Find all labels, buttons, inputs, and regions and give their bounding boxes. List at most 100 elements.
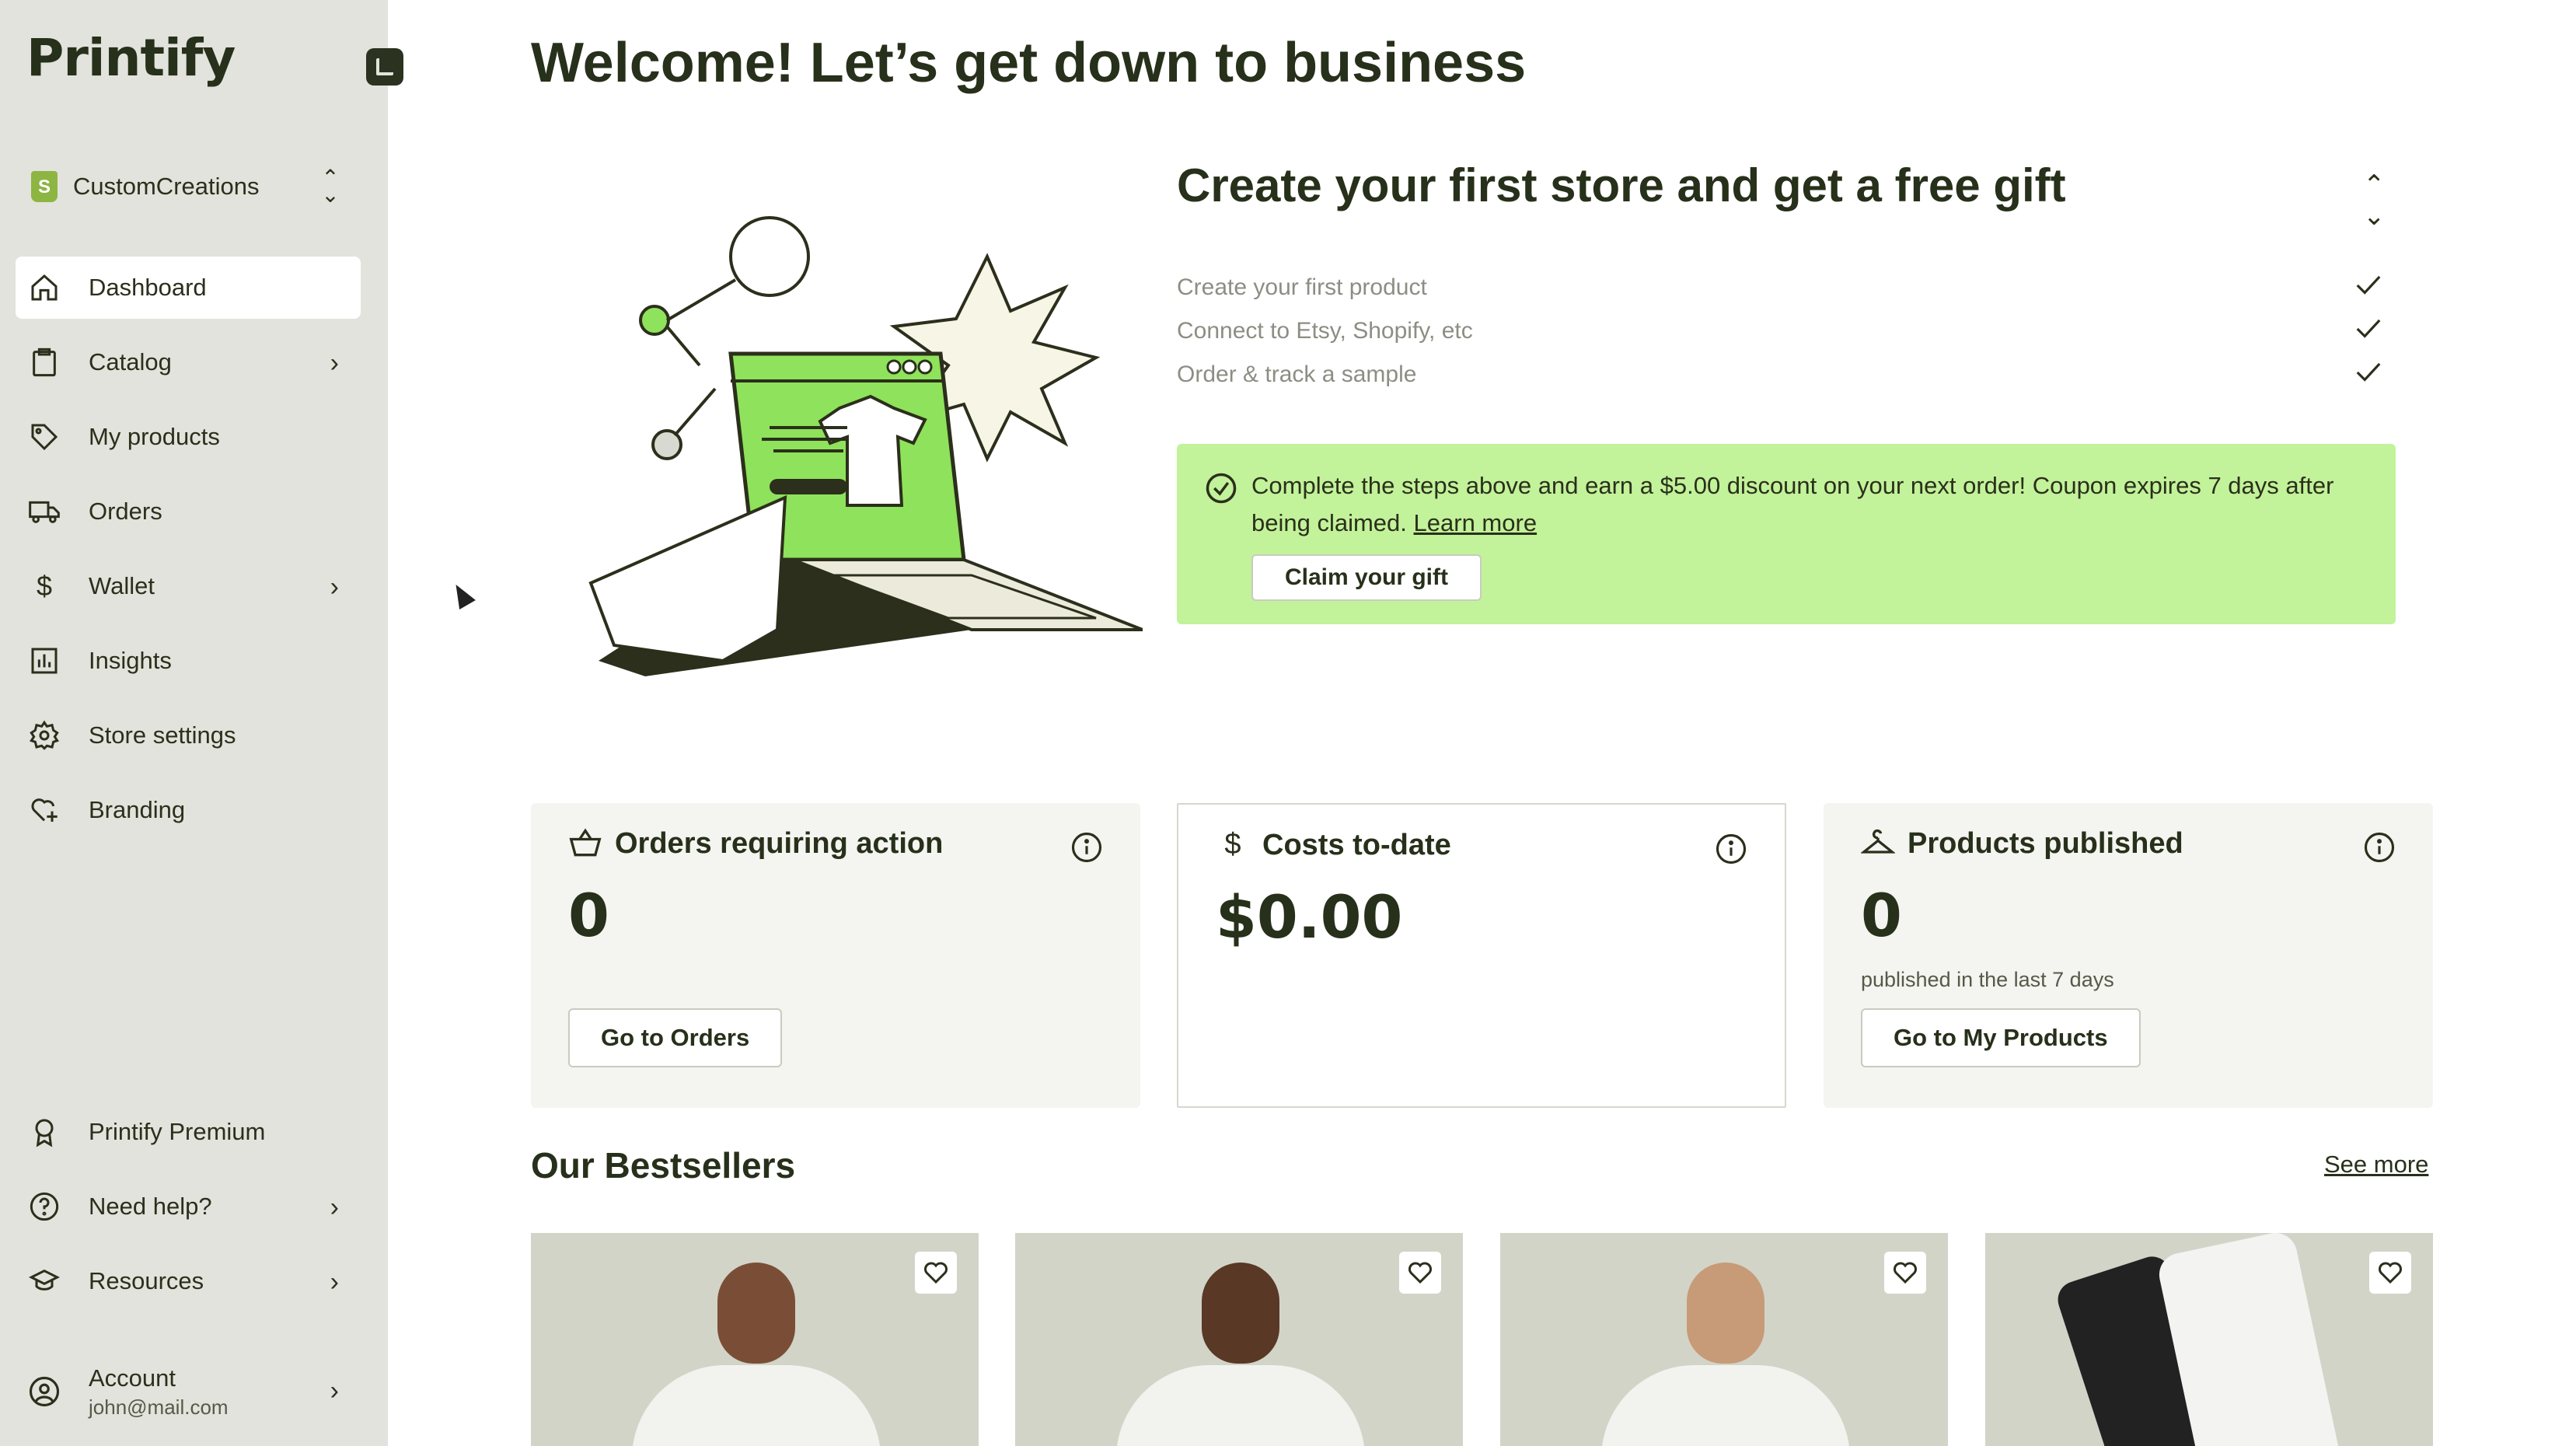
heart-icon xyxy=(1408,1262,1432,1284)
step-label: Connect to Etsy, Shopify, etc xyxy=(1177,318,1473,344)
sidebar-item-store-settings[interactable]: Store settings xyxy=(16,704,361,767)
chevron-right-icon: › xyxy=(330,572,339,602)
product-card[interactable] xyxy=(1500,1233,1948,1446)
help-icon xyxy=(26,1189,62,1224)
sidebar-bottom-nav: Printify Premium Need help? › Resources … xyxy=(16,1101,361,1325)
checkmark-icon xyxy=(2356,319,2381,338)
sidebar-item-resources[interactable]: Resources › xyxy=(16,1250,361,1312)
chevron-right-icon: › xyxy=(330,348,339,378)
gift-title: Create your first store and get a free g… xyxy=(1177,159,2066,211)
dollar-icon: $ xyxy=(36,570,53,602)
basket-icon xyxy=(569,828,602,857)
go-to-orders-button[interactable]: Go to Orders xyxy=(568,1008,783,1067)
sidebar-item-label: Printify Premium xyxy=(89,1118,266,1145)
favorite-button[interactable] xyxy=(1399,1252,1441,1294)
sidebar: Printify CustomCreations ⌃⌄ Dashboard Ca… xyxy=(0,0,403,1446)
see-more-link[interactable]: See more xyxy=(2324,1151,2428,1179)
clipboard-icon xyxy=(26,344,62,380)
step-item: Create your first product xyxy=(1177,266,2397,309)
card-header: Products published xyxy=(1861,826,2183,861)
checkmark-icon xyxy=(2356,362,2381,382)
favorite-button[interactable] xyxy=(1884,1252,1926,1294)
sidebar-item-label: Need help? xyxy=(89,1193,212,1220)
sidebar-item-label: Store settings xyxy=(89,721,236,749)
shopify-icon xyxy=(31,171,58,202)
sidebar-item-label: My products xyxy=(89,423,220,450)
product-card[interactable] xyxy=(1985,1233,2433,1446)
heart-plus-icon xyxy=(26,792,62,828)
card-header: Orders requiring action xyxy=(568,826,943,861)
account-menu[interactable]: Account john@mail.com › xyxy=(16,1353,361,1430)
account-email: john@mail.com xyxy=(89,1395,229,1419)
sidebar-item-my-products[interactable]: My products xyxy=(16,406,361,468)
product-card[interactable] xyxy=(531,1233,979,1446)
collapse-sidebar-button[interactable] xyxy=(366,48,403,86)
gear-icon xyxy=(26,718,62,753)
info-icon[interactable] xyxy=(1715,833,1747,865)
sidebar-item-label: Dashboard xyxy=(89,274,207,301)
sidebar-item-dashboard[interactable]: Dashboard xyxy=(16,257,361,319)
sidebar-nav: Dashboard Catalog › My products Orders $… xyxy=(16,257,361,854)
learn-more-link[interactable]: Learn more xyxy=(1414,509,1538,536)
card-value: 0 xyxy=(568,881,609,950)
chevron-up-down-icon: ⌃ ⌄ xyxy=(321,166,340,207)
user-circle-icon xyxy=(26,1374,62,1409)
promo-text: Complete the steps above and earn a $5.0… xyxy=(1251,467,2355,542)
info-icon[interactable] xyxy=(2363,831,2396,864)
collapse-icon[interactable]: ⌃ ⌄ xyxy=(2363,169,2386,232)
laptop-illustration xyxy=(588,216,1143,676)
product-image-hoodie xyxy=(1116,1365,1365,1446)
chevron-right-icon: › xyxy=(330,1376,339,1406)
check-circle-icon xyxy=(1206,473,1237,504)
heart-icon xyxy=(2379,1262,2402,1284)
product-image xyxy=(717,1263,795,1364)
gift-steps: Create your first product Connect to Ets… xyxy=(1177,266,2397,396)
claim-gift-button[interactable]: Claim your gift xyxy=(1251,554,1482,601)
chevron-right-icon: › xyxy=(330,1267,339,1297)
sidebar-item-printify-premium[interactable]: Printify Premium xyxy=(16,1101,361,1163)
bar-chart-icon xyxy=(26,643,62,679)
bestsellers-title: Our Bestsellers xyxy=(531,1145,796,1186)
sidebar-item-catalog[interactable]: Catalog › xyxy=(16,331,361,393)
card-value: 0 xyxy=(1861,881,1902,950)
gift-promo-banner: Complete the steps above and earn a $5.0… xyxy=(1177,444,2396,624)
printify-logo[interactable]: Printify xyxy=(26,28,236,88)
checkmark-icon xyxy=(2356,275,2381,295)
step-label: Order & track a sample xyxy=(1177,362,1417,387)
sidebar-item-insights[interactable]: Insights xyxy=(16,630,361,692)
product-image xyxy=(1202,1263,1279,1364)
account-text: Account john@mail.com xyxy=(89,1364,229,1420)
product-card[interactable] xyxy=(1015,1233,1463,1446)
sidebar-item-orders[interactable]: Orders xyxy=(16,480,361,543)
go-to-my-products-button[interactable]: Go to My Products xyxy=(1861,1008,2141,1067)
info-icon[interactable] xyxy=(1070,831,1103,864)
store-switcher[interactable]: CustomCreations ⌃⌄ xyxy=(31,162,342,211)
page-title: Welcome! Let’s get down to business xyxy=(531,32,1527,94)
step-label: Create your first product xyxy=(1177,274,1427,300)
products-published-card: Products published 0 published in the la… xyxy=(1824,803,2433,1108)
costs-card: $ Costs to-date $0.00 xyxy=(1177,803,1786,1108)
product-image-shirt xyxy=(1601,1365,1850,1446)
hanger-icon xyxy=(1861,829,1895,854)
favorite-button[interactable] xyxy=(2369,1252,2411,1294)
sidebar-item-need-help[interactable]: Need help? › xyxy=(16,1175,361,1238)
heart-icon xyxy=(1894,1262,1917,1284)
sidebar-item-label: Insights xyxy=(89,647,172,674)
sidebar-item-wallet[interactable]: $ Wallet › xyxy=(16,555,361,617)
card-title: Costs to-date xyxy=(1262,828,1451,861)
chevron-right-icon: › xyxy=(330,1193,339,1222)
product-image-shirt xyxy=(632,1365,881,1446)
sidebar-item-label: Branding xyxy=(89,796,186,823)
sidebar-item-label: Wallet xyxy=(89,572,155,599)
home-icon xyxy=(26,270,62,306)
card-title: Products published xyxy=(1908,826,2183,860)
card-value: $0.00 xyxy=(1216,882,1403,952)
badge-icon xyxy=(26,1114,62,1150)
favorite-button[interactable] xyxy=(915,1252,957,1294)
sidebar-item-label: Catalog xyxy=(89,348,172,375)
tag-icon xyxy=(26,419,62,455)
truck-icon xyxy=(26,494,62,529)
sidebar-item-branding[interactable]: Branding xyxy=(16,779,361,841)
card-subtitle: published in the last 7 days xyxy=(1861,968,2114,991)
sidebar-item-label: Resources xyxy=(89,1267,204,1294)
